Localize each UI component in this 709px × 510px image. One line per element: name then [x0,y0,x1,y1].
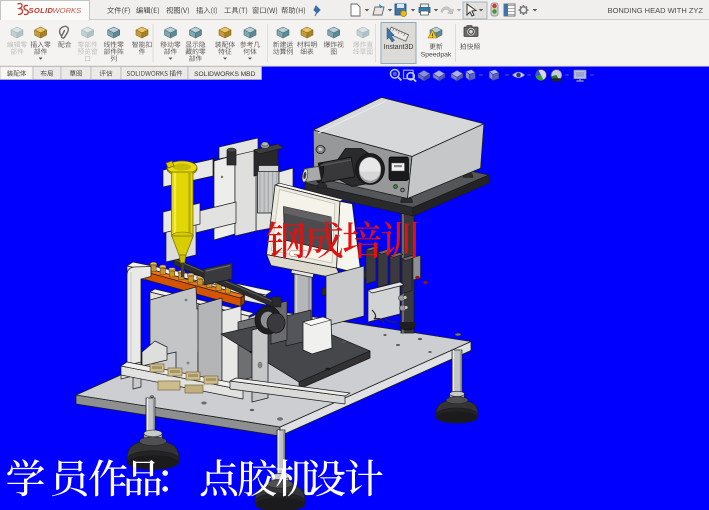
svg-text:WORKS: WORKS [53,6,82,15]
svg-text:SOLID: SOLID [29,6,54,15]
svg-text:Speedpak: Speedpak [421,52,452,59]
svg-text:!: ! [432,34,434,40]
svg-text:Instant3D: Instant3D [384,44,414,51]
svg-text:SOLIDWORKS MBD: SOLIDWORKS MBD [194,71,255,78]
svg-text:BONDING HEAD WITH ZYZ: BONDING HEAD WITH ZYZ [608,6,704,15]
